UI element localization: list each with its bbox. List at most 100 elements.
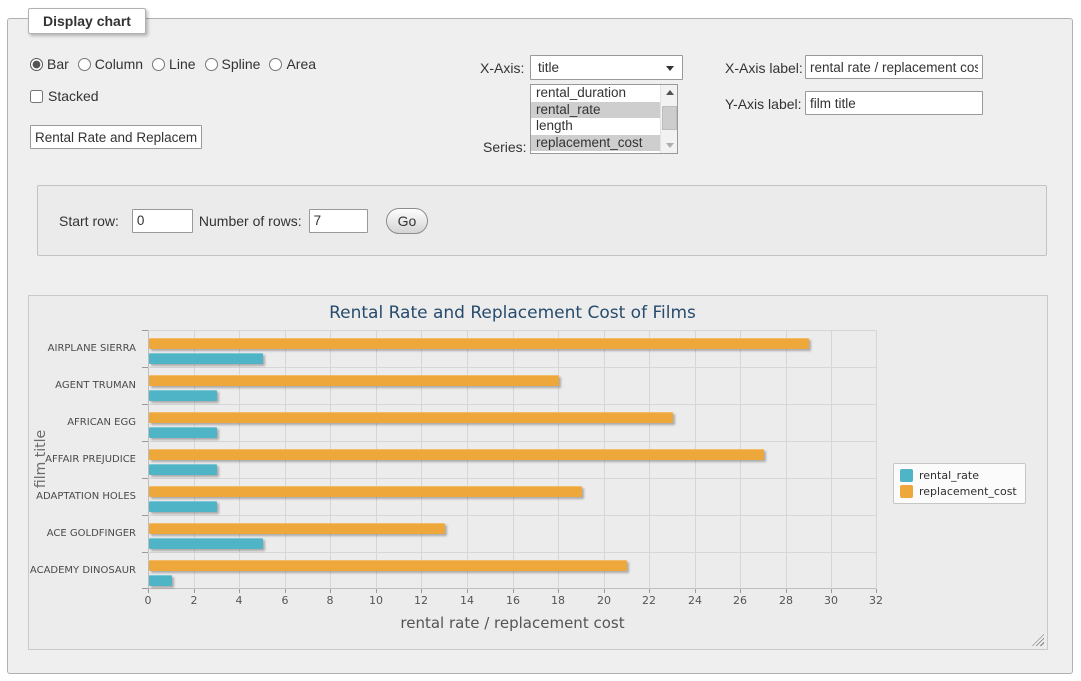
bar-replacement_cost-2[interactable] — [149, 375, 559, 386]
x-axis-tick — [786, 589, 787, 593]
legend-item-replacement-cost[interactable]: replacement_cost — [900, 485, 1017, 498]
stacked-option[interactable]: Stacked — [30, 88, 99, 104]
series-option-replacement-cost[interactable]: replacement_cost — [531, 135, 677, 152]
x-axis-tick — [376, 589, 377, 593]
y-axis-tick — [142, 588, 148, 589]
x-axis-tick — [513, 589, 514, 593]
gridline-horizontal — [148, 552, 877, 553]
y-axis-label-input[interactable] — [805, 91, 983, 115]
legend-label-rental-rate: rental_rate — [919, 469, 979, 482]
legend-swatch-rental-rate — [900, 469, 913, 482]
category-label: ACE GOLDFINGER — [29, 515, 142, 552]
legend-label-replacement-cost: replacement_cost — [919, 485, 1017, 498]
chart-type-group: Bar Column Line Spline Area — [30, 56, 316, 72]
chart-title-input[interactable] — [30, 125, 202, 149]
x-axis-tick — [649, 589, 650, 593]
bar-rental_rate-2[interactable] — [149, 390, 217, 401]
x-tick-label: 28 — [779, 594, 793, 607]
chart-type-line[interactable]: Line — [152, 56, 195, 72]
gridline-horizontal — [148, 478, 877, 479]
bar-rental_rate-3[interactable] — [149, 427, 217, 438]
chart-type-area-label: Area — [286, 56, 316, 72]
x-axis-label-input[interactable] — [805, 55, 983, 79]
bar-rental_rate-5[interactable] — [149, 501, 217, 512]
x-tick-label: 14 — [460, 594, 474, 607]
chevron-down-icon — [666, 66, 674, 71]
chart-type-area[interactable]: Area — [269, 56, 316, 72]
bar-replacement_cost-7[interactable] — [149, 560, 627, 571]
gridline-vertical — [786, 330, 787, 589]
x-axis-label-caption: X-Axis label: — [725, 60, 803, 76]
chart-type-line-radio[interactable] — [152, 58, 165, 71]
chart-type-area-radio[interactable] — [269, 58, 282, 71]
series-listbox[interactable]: rental_duration rental_rate length repla… — [530, 84, 678, 154]
plot-area — [148, 330, 877, 589]
scrollbar-thumb[interactable] — [662, 106, 677, 130]
bar-replacement_cost-4[interactable] — [149, 449, 764, 460]
listbox-scrollbar[interactable] — [660, 85, 677, 153]
category-axis-labels: AIRPLANE SIERRAAGENT TRUMANAFRICAN EGGAF… — [29, 330, 142, 589]
x-axis-tick — [695, 589, 696, 593]
chart-type-column-radio[interactable] — [78, 58, 91, 71]
y-axis-tick — [142, 515, 148, 516]
gridline-vertical — [831, 330, 832, 589]
row-range-panel: Start row: Number of rows: Go — [37, 185, 1047, 256]
x-tick-label: 2 — [191, 594, 198, 607]
bar-replacement_cost-1[interactable] — [149, 338, 809, 349]
x-axis-tick — [558, 589, 559, 593]
y-axis-tick — [142, 404, 148, 405]
y-axis-tick — [142, 552, 148, 553]
x-tick-label: 16 — [506, 594, 520, 607]
series-option-rental-rate[interactable]: rental_rate — [531, 102, 677, 119]
scroll-up-icon[interactable] — [661, 85, 678, 100]
x-axis-title: rental rate / replacement cost — [148, 614, 877, 632]
chart-type-column-label: Column — [95, 56, 143, 72]
stacked-checkbox[interactable] — [30, 90, 43, 103]
x-axis-select[interactable]: title — [530, 55, 683, 80]
chart-type-bar[interactable]: Bar — [30, 56, 69, 72]
bar-rental_rate-4[interactable] — [149, 464, 217, 475]
x-tick-label: 8 — [327, 594, 334, 607]
resize-handle-icon[interactable] — [1032, 634, 1044, 646]
bar-replacement_cost-6[interactable] — [149, 523, 445, 534]
bar-replacement_cost-3[interactable] — [149, 412, 673, 423]
series-option-rental-duration[interactable]: rental_duration — [531, 85, 677, 102]
bar-rental_rate-7[interactable] — [149, 575, 172, 586]
num-rows-input[interactable] — [309, 209, 368, 233]
series-select-label: Series: — [483, 139, 527, 155]
x-axis-tick — [148, 589, 149, 593]
y-axis-tick — [142, 441, 148, 442]
chart-title: Rental Rate and Replacement Cost of Film… — [148, 303, 877, 323]
y-axis-label-caption: Y-Axis label: — [725, 96, 802, 112]
x-tick-label: 26 — [733, 594, 747, 607]
go-button[interactable]: Go — [386, 208, 429, 234]
scroll-down-icon[interactable] — [661, 138, 678, 153]
bar-rental_rate-1[interactable] — [149, 353, 263, 364]
x-axis-tick — [876, 589, 877, 593]
x-axis-tick-labels: 02468101214161820222426283032 — [148, 594, 877, 608]
chart-type-bar-radio[interactable] — [30, 58, 43, 71]
chart-type-spline-radio[interactable] — [205, 58, 218, 71]
legend-item-rental-rate[interactable]: rental_rate — [900, 469, 1017, 482]
x-axis-select-value: title — [538, 60, 559, 75]
legend-swatch-replacement-cost — [900, 485, 913, 498]
chart-type-column[interactable]: Column — [78, 56, 143, 72]
x-tick-label: 0 — [145, 594, 152, 607]
chart-type-spline-label: Spline — [222, 56, 261, 72]
chart-legend: rental_rate replacement_cost — [893, 463, 1026, 504]
category-label: AFFAIR PREJUDICE — [29, 441, 142, 478]
start-row-input[interactable] — [132, 209, 193, 233]
x-axis-tick — [604, 589, 605, 593]
chart-type-bar-label: Bar — [47, 56, 69, 72]
x-tick-label: 12 — [414, 594, 428, 607]
y-axis-tick — [142, 330, 148, 331]
y-axis-tick — [142, 478, 148, 479]
num-rows-label: Number of rows: — [199, 213, 302, 229]
chart-container: Rental Rate and Replacement Cost of Film… — [28, 295, 1048, 650]
category-label: ADAPTATION HOLES — [29, 478, 142, 515]
chart-type-spline[interactable]: Spline — [205, 56, 261, 72]
series-option-length[interactable]: length — [531, 118, 677, 135]
bar-rental_rate-6[interactable] — [149, 538, 263, 549]
bar-replacement_cost-5[interactable] — [149, 486, 582, 497]
stacked-label: Stacked — [48, 88, 99, 104]
